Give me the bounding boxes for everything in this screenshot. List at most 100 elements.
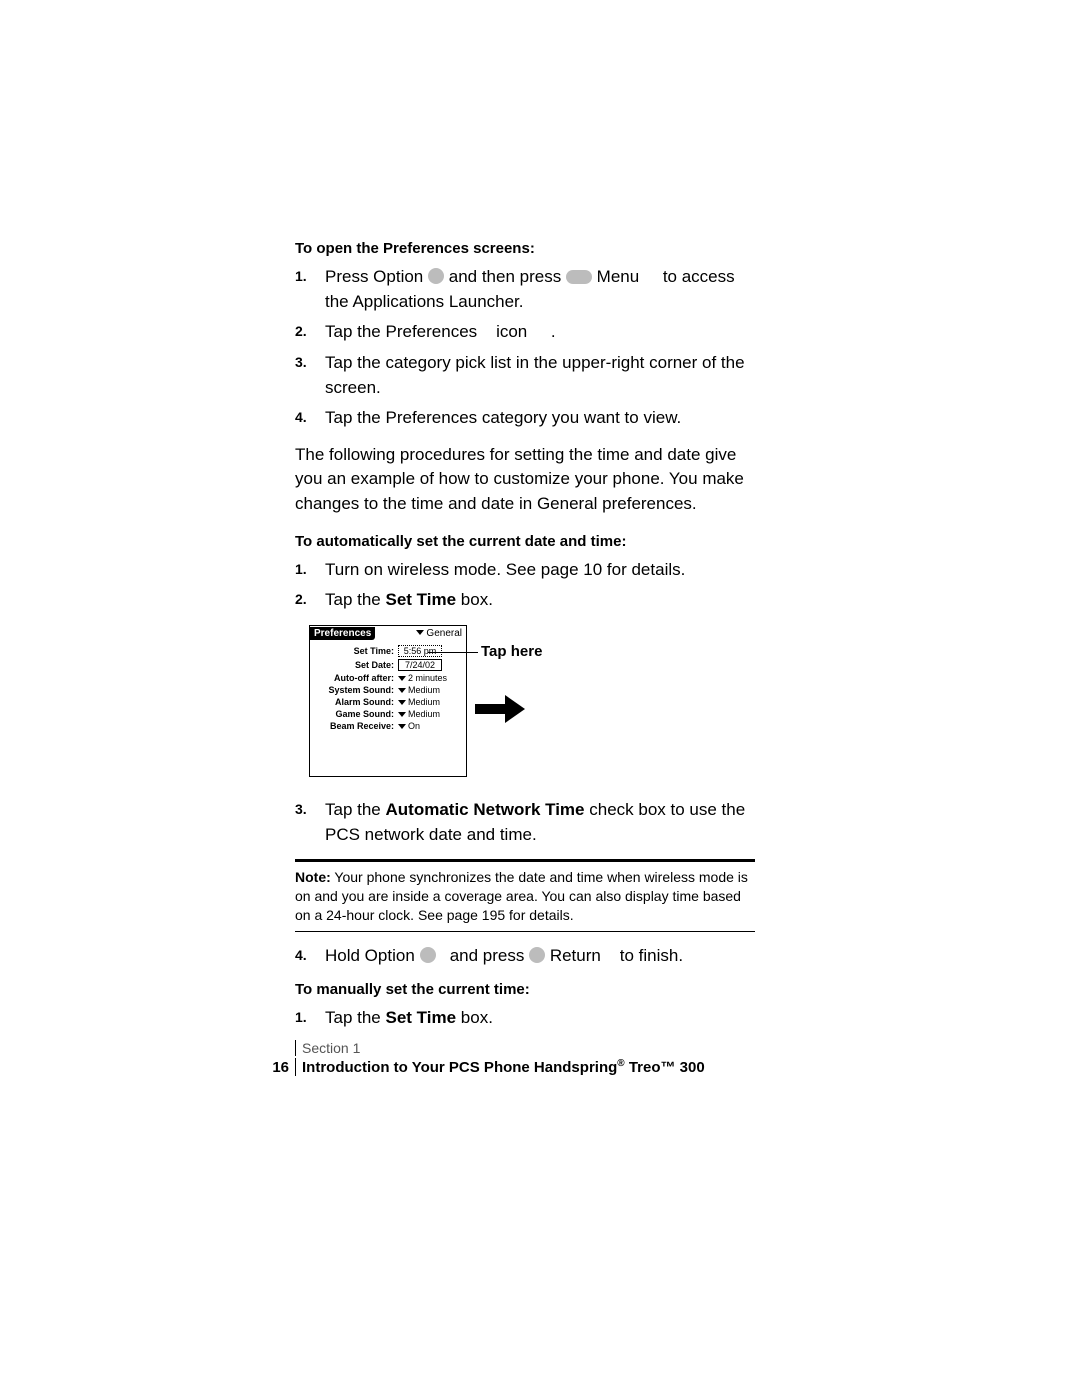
prefs-row-system-sound: System Sound: Medium — [310, 685, 460, 695]
dropdown-triangle-icon[interactable] — [398, 676, 406, 681]
prefs-label: Set Time: — [310, 646, 398, 656]
heading-manual-set: To manually set the current time: — [295, 981, 755, 998]
heading-auto-set: To automatically set the current date an… — [295, 533, 755, 550]
prefs-value: Medium — [408, 685, 440, 695]
step-text: Press Option and then press Menu to acce… — [325, 267, 735, 311]
preferences-screenshot: Preferences General Set Time: 5:56 pm Se… — [295, 625, 755, 780]
return-key-icon — [529, 947, 545, 963]
content-column: To open the Preferences screens: 1. Pres… — [295, 230, 755, 1042]
bold-term: Automatic Network Time — [386, 800, 585, 819]
prefs-category-picklist[interactable]: General — [416, 628, 466, 639]
paragraph: The following procedures for setting the… — [295, 443, 755, 517]
steps-manual-set: 1. Tap the Set Time box. — [295, 1006, 755, 1031]
note-text: Your phone synchronizes the date and tim… — [295, 869, 748, 923]
set-time-box[interactable]: 5:56 pm — [398, 645, 442, 657]
page-footer: Section 1 16 Introduction to Your PCS Ph… — [263, 1040, 763, 1076]
step-text: Tap the Preferences icon . — [325, 322, 556, 341]
option-key-icon — [428, 268, 444, 284]
prefs-row-alarm-sound: Alarm Sound: Medium — [310, 697, 460, 707]
text-fragment: Treo™ 300 — [625, 1059, 705, 1076]
dropdown-triangle-icon[interactable] — [398, 724, 406, 729]
arrow-right-icon — [475, 695, 525, 723]
footer-section-label: Section 1 — [295, 1040, 763, 1056]
text-fragment: to finish. — [620, 946, 683, 965]
prefs-row-auto-off: Auto-off after: 2 minutes — [310, 673, 460, 683]
text-fragment: Press Option — [325, 267, 423, 286]
prefs-value: Medium — [408, 709, 440, 719]
step-text: Tap the Preferences category you want to… — [325, 408, 681, 427]
option-key-icon — [420, 947, 436, 963]
prefs-value: On — [408, 721, 420, 731]
set-date-box[interactable]: 7/24/02 — [398, 659, 442, 671]
prefs-label: Game Sound: — [310, 709, 398, 719]
prefs-label: Alarm Sound: — [310, 697, 398, 707]
step-item: 4. Tap the Preferences category you want… — [295, 406, 755, 431]
callout-leader-line — [428, 652, 478, 653]
divider-thick — [295, 859, 755, 862]
steps-auto-set-continued: 3. Tap the Automatic Network Time check … — [295, 798, 755, 847]
text-fragment: . — [551, 322, 556, 341]
text-fragment: Menu — [597, 267, 640, 286]
prefs-label: Set Date: — [310, 660, 398, 670]
prefs-row-beam-receive: Beam Receive: On — [310, 721, 460, 731]
prefs-label: Beam Receive: — [310, 721, 398, 731]
text-fragment: and then press — [449, 267, 561, 286]
step-text: Tap the Set Time box. — [325, 590, 493, 609]
footer-page-number: 16 — [263, 1059, 295, 1076]
text-fragment: Tap the — [325, 800, 381, 819]
step-item: 1. Turn on wireless mode. See page 10 fo… — [295, 558, 755, 583]
dropdown-triangle-icon[interactable] — [398, 688, 406, 693]
step-number: 2. — [295, 321, 307, 341]
step-text: Turn on wireless mode. See page 10 for d… — [325, 560, 685, 579]
dropdown-triangle-icon[interactable] — [398, 712, 406, 717]
text-fragment: icon — [496, 322, 527, 341]
step-text: Tap the Set Time box. — [325, 1008, 493, 1027]
steps-auto-set-finish: 4. Hold Option and press Return to finis… — [295, 944, 755, 969]
prefs-title: Preferences — [310, 627, 375, 640]
text-fragment: Introduction to Your PCS Phone Handsprin… — [302, 1059, 617, 1076]
palm-preferences-window: Preferences General Set Time: 5:56 pm Se… — [309, 625, 467, 777]
note-block: Note: Your phone synchronizes the date a… — [295, 868, 755, 925]
text-fragment: box. — [456, 590, 493, 609]
text-fragment: Hold Option — [325, 946, 415, 965]
footer-title: Introduction to Your PCS Phone Handsprin… — [295, 1058, 705, 1076]
step-number: 1. — [295, 559, 307, 579]
step-item: 3. Tap the category pick list in the upp… — [295, 351, 755, 400]
text-fragment: Tap the — [325, 590, 381, 609]
step-number: 3. — [295, 352, 307, 372]
step-number: 1. — [295, 1007, 307, 1027]
step-item: 1. Press Option and then press Menu to a… — [295, 265, 755, 314]
prefs-row-set-date: Set Date: 7/24/02 — [310, 659, 460, 671]
step-number: 4. — [295, 407, 307, 427]
bold-term: Set Time — [386, 590, 457, 609]
menu-key-icon — [566, 270, 592, 284]
prefs-rows: Set Time: 5:56 pm Set Date: 7/24/02 Auto… — [310, 641, 466, 731]
steps-open-preferences: 1. Press Option and then press Menu to a… — [295, 265, 755, 431]
footer-line: 16 Introduction to Your PCS Phone Handsp… — [263, 1058, 763, 1076]
text-fragment: and press — [450, 946, 525, 965]
text-fragment: box. — [456, 1008, 493, 1027]
text-fragment: Return — [550, 946, 601, 965]
divider-thin — [295, 931, 755, 932]
step-number: 2. — [295, 589, 307, 609]
dropdown-triangle-icon[interactable] — [398, 700, 406, 705]
text-fragment: Applications Launcher. — [352, 292, 523, 311]
bold-term: Set Time — [386, 1008, 457, 1027]
text-fragment: Tap the Preferences — [325, 322, 477, 341]
step-number: 1. — [295, 266, 307, 286]
steps-auto-set: 1. Turn on wireless mode. See page 10 fo… — [295, 558, 755, 613]
prefs-value: Medium — [408, 697, 440, 707]
step-text: Tap the category pick list in the upper-… — [325, 353, 745, 397]
step-number: 4. — [295, 945, 307, 965]
step-item: 2. Tap the Preferences icon . — [295, 320, 755, 345]
registered-symbol: ® — [617, 1058, 624, 1069]
prefs-label: System Sound: — [310, 685, 398, 695]
step-item: 3. Tap the Automatic Network Time check … — [295, 798, 755, 847]
step-item: 2. Tap the Set Time box. — [295, 588, 755, 613]
prefs-label: Auto-off after: — [310, 673, 398, 683]
heading-open-preferences: To open the Preferences screens: — [295, 240, 755, 257]
step-item: 1. Tap the Set Time box. — [295, 1006, 755, 1031]
prefs-category-value: General — [426, 628, 462, 639]
text-fragment: Tap the — [325, 1008, 381, 1027]
page: To open the Preferences screens: 1. Pres… — [0, 0, 1080, 1397]
